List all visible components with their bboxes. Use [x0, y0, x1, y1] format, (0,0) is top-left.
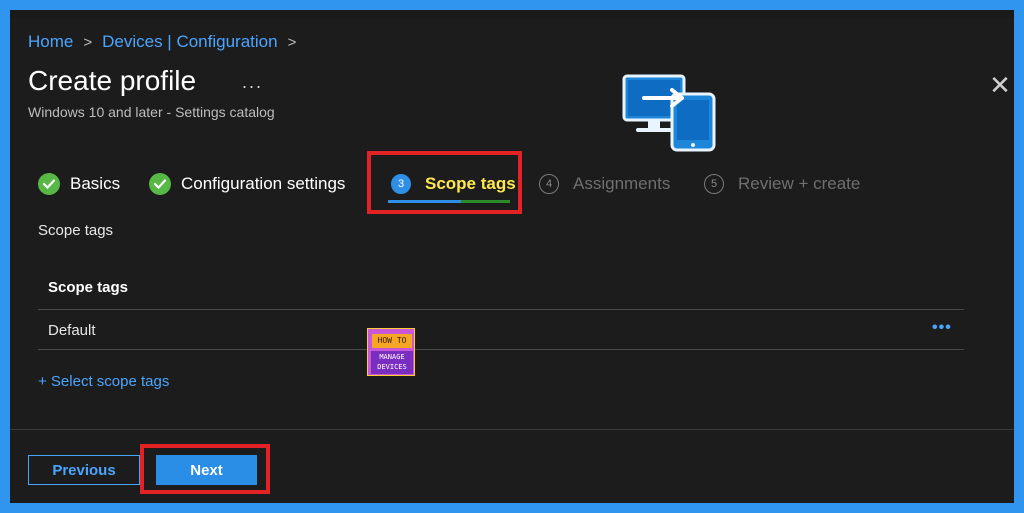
watermark-text: MANAGE DEVICES [371, 351, 413, 374]
select-scope-tags-link[interactable]: + Select scope tags [38, 373, 169, 390]
breadcrumb: Home > Devices | Configuration > [28, 32, 306, 52]
row-more-options-icon[interactable]: ••• [932, 319, 952, 337]
more-options-button[interactable]: ... [242, 72, 263, 93]
footer-divider [10, 429, 1014, 430]
watermark-text-line: MANAGE [379, 353, 405, 361]
step-label: Basics [70, 174, 121, 193]
step-review-create[interactable]: 5 Review + create [704, 167, 860, 201]
step-basics[interactable]: Basics [38, 167, 120, 201]
step-label: Configuration settings [181, 174, 346, 193]
breadcrumb-home[interactable]: Home [28, 32, 73, 52]
remote-desktop-icon [622, 74, 716, 152]
breadcrumb-separator: > [287, 33, 297, 51]
step-configuration-settings[interactable]: Configuration settings [149, 167, 345, 201]
top-bar [10, 10, 1014, 18]
checkmark-icon [38, 173, 60, 195]
watermark-logo: HOW TO MANAGE DEVICES [367, 328, 415, 376]
step-label: Assignments [573, 174, 671, 193]
step-assignments[interactable]: 4 Assignments [539, 167, 670, 201]
breadcrumb-devices-configuration[interactable]: Devices | Configuration [102, 32, 277, 52]
page-title: Create profile [28, 65, 197, 96]
watermark-text-line: DEVICES [377, 363, 407, 371]
page-subtitle: Windows 10 and later - Settings catalog [28, 104, 275, 120]
checkmark-icon [149, 173, 171, 195]
step-label: Review + create [738, 174, 861, 193]
table-cell-default: Default [48, 322, 96, 339]
close-icon[interactable]: ✕ [988, 72, 1012, 98]
table-column-header: Scope tags [48, 279, 129, 296]
highlight-next-button [140, 444, 270, 494]
step-number: 4 [539, 174, 559, 194]
table-divider [38, 349, 964, 350]
step-number: 5 [704, 174, 724, 194]
watermark-text: HOW TO [372, 334, 412, 348]
previous-button[interactable]: Previous [28, 455, 140, 485]
create-profile-blade: Home > Devices | Configuration > Create … [10, 10, 1014, 503]
highlight-scope-tags-tab [367, 151, 522, 214]
breadcrumb-separator: > [83, 33, 93, 51]
table-divider [38, 309, 964, 310]
section-label: Scope tags [38, 222, 114, 239]
